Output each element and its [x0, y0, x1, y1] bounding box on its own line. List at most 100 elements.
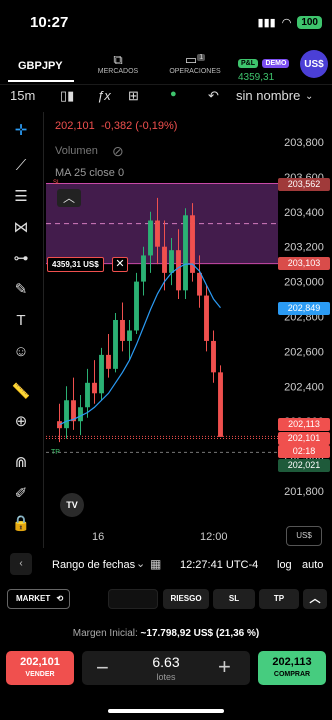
wifi-icon: ◠: [281, 17, 292, 29]
trendline-icon[interactable]: ⟋: [10, 155, 32, 177]
margin-line: Margen Inicial: ~17.798,92 US$ (21,36 %): [0, 628, 332, 639]
candle-body-6: [99, 354, 104, 394]
demo-tag: DEMO: [262, 59, 290, 68]
currency-toggle[interactable]: US$: [286, 526, 322, 546]
candle-body-15: [162, 246, 167, 273]
status-icons: ▮▮▮ ◠ 100: [258, 16, 322, 29]
time-label-noon: 12:00: [200, 531, 228, 543]
order-empty-slot[interactable]: [108, 589, 158, 609]
log-toggle[interactable]: log: [277, 559, 292, 571]
layouts-icon[interactable]: ⊞: [128, 88, 139, 104]
ma-line: [59, 263, 221, 426]
position-pl-label[interactable]: 4359,31 US$: [47, 257, 104, 272]
markets-icon: ⧉: [113, 52, 123, 67]
sl-button[interactable]: SL: [213, 589, 255, 609]
sl-tag: SL: [53, 180, 61, 186]
candle-body-17: [176, 250, 181, 291]
price-tick-7: 202,400: [284, 381, 324, 393]
fib-icon[interactable]: ☰: [10, 186, 32, 208]
lock-drawing-icon[interactable]: ✐: [10, 483, 32, 505]
candle-body-20: [197, 272, 202, 296]
lock-icon[interactable]: 🔒: [10, 513, 32, 535]
expand-icon[interactable]: ︿: [303, 589, 327, 609]
hide-eye-icon[interactable]: ⊘: [112, 143, 124, 160]
battery-indicator: 100: [297, 16, 322, 29]
price-tick-4: 203,000: [284, 277, 324, 289]
candle-body-3: [78, 407, 83, 422]
candle-body-18: [183, 215, 188, 291]
price-tick-6: 202,600: [284, 346, 324, 358]
crosshair-icon[interactable]: ✛: [10, 120, 32, 142]
magnet-icon[interactable]: ⋒: [10, 452, 32, 474]
candle-body-14: [155, 220, 160, 247]
candles-icon[interactable]: ▯▮: [60, 88, 74, 104]
undo-icon[interactable]: ↶: [208, 88, 219, 104]
sell-price: 202,101: [20, 656, 60, 668]
candle-body-8: [113, 319, 118, 369]
price-change: -0,382 (-0,19%): [101, 120, 178, 132]
ma-label: MA 25 close 0: [55, 167, 125, 179]
layout-chevron-icon[interactable]: ⌄: [305, 91, 313, 102]
candle-body-13: [148, 220, 153, 256]
tradingview-logo: TV: [60, 493, 84, 517]
ma-price-label: 202,849: [278, 302, 330, 315]
buy-button[interactable]: 202,113 COMPRAR: [258, 651, 326, 685]
candle-body-7: [106, 354, 111, 369]
auto-toggle[interactable]: auto: [302, 559, 323, 571]
ask-price-label: 202,113: [278, 418, 330, 431]
operations-icon: ▭ 1: [184, 52, 206, 67]
text-icon[interactable]: T: [10, 310, 32, 332]
layout-name[interactable]: sin nombre: [236, 88, 300, 103]
pl-summary[interactable]: P&L DEMO 4359,31: [238, 52, 296, 83]
price-tick-3: 203,200: [284, 242, 324, 254]
plus-button[interactable]: +: [218, 654, 231, 680]
candle-body-16: [169, 250, 174, 273]
operations-tab[interactable]: ▭ 1 OPERACIONES: [160, 52, 230, 75]
home-indicator: [108, 709, 224, 713]
sell-label: VENDER: [25, 671, 55, 678]
ruler-icon[interactable]: 📏: [10, 381, 32, 403]
tp-button[interactable]: TP: [259, 589, 299, 609]
collapse-legend-button[interactable]: ︿: [57, 189, 81, 207]
date-range-chevron-icon[interactable]: ⌄: [136, 557, 145, 570]
operations-badge: 1: [197, 53, 206, 61]
calendar-icon[interactable]: ▦: [150, 557, 161, 571]
candle-body-5: [92, 382, 97, 394]
status-time: 10:27: [30, 14, 69, 31]
indicators-icon[interactable]: ƒx: [97, 88, 111, 103]
sell-button[interactable]: 202,101 VENDER: [6, 651, 74, 685]
close-position-icon[interactable]: ✕: [112, 257, 128, 272]
risk-button[interactable]: RIESGO: [163, 589, 209, 609]
operations-label: OPERACIONES: [169, 68, 221, 75]
quantity-stepper: − 6.63 lotes +: [82, 651, 250, 685]
price-tick-10: 201,800: [284, 486, 324, 498]
candle-body-22: [211, 340, 216, 373]
volume-label: Volumen: [55, 145, 98, 157]
symbol-tab[interactable]: GBPJPY: [18, 60, 63, 72]
time-label-day: 16: [92, 531, 105, 543]
collapse-left-icon[interactable]: ‹: [10, 553, 32, 575]
candle-body-12: [141, 255, 146, 282]
price-tick-0: 203,800: [284, 137, 324, 149]
emoji-icon[interactable]: ☺: [10, 341, 32, 363]
signal-icon: ▮▮▮: [257, 17, 276, 29]
markets-tab[interactable]: ⧉ MERCADOS: [83, 52, 153, 75]
projection-icon[interactable]: ⊶: [10, 248, 32, 270]
buy-price: 202,113: [272, 656, 312, 668]
symbol-tab-underline: [8, 80, 74, 82]
utc-clock[interactable]: 12:27:41 UTC-4: [180, 559, 258, 571]
brush-icon[interactable]: ✎: [10, 279, 32, 301]
order-type-label: MARKET: [16, 594, 51, 603]
sl-price-label: 203,562: [278, 178, 330, 191]
tp-price-label: 202,021: [278, 459, 330, 472]
pattern-icon[interactable]: ⋈: [10, 217, 32, 239]
candle-body-11: [134, 281, 139, 331]
date-range-button[interactable]: Rango de fechas: [52, 559, 135, 571]
order-type-button[interactable]: MARKET ⟲: [7, 589, 70, 609]
markets-label: MERCADOS: [97, 68, 139, 75]
candle-body-4: [85, 382, 90, 408]
timeframe-button[interactable]: 15m: [10, 88, 35, 103]
account-avatar[interactable]: US$: [300, 50, 328, 78]
zoom-icon[interactable]: ⊕: [10, 411, 32, 433]
price-tick-2: 203,400: [284, 207, 324, 219]
